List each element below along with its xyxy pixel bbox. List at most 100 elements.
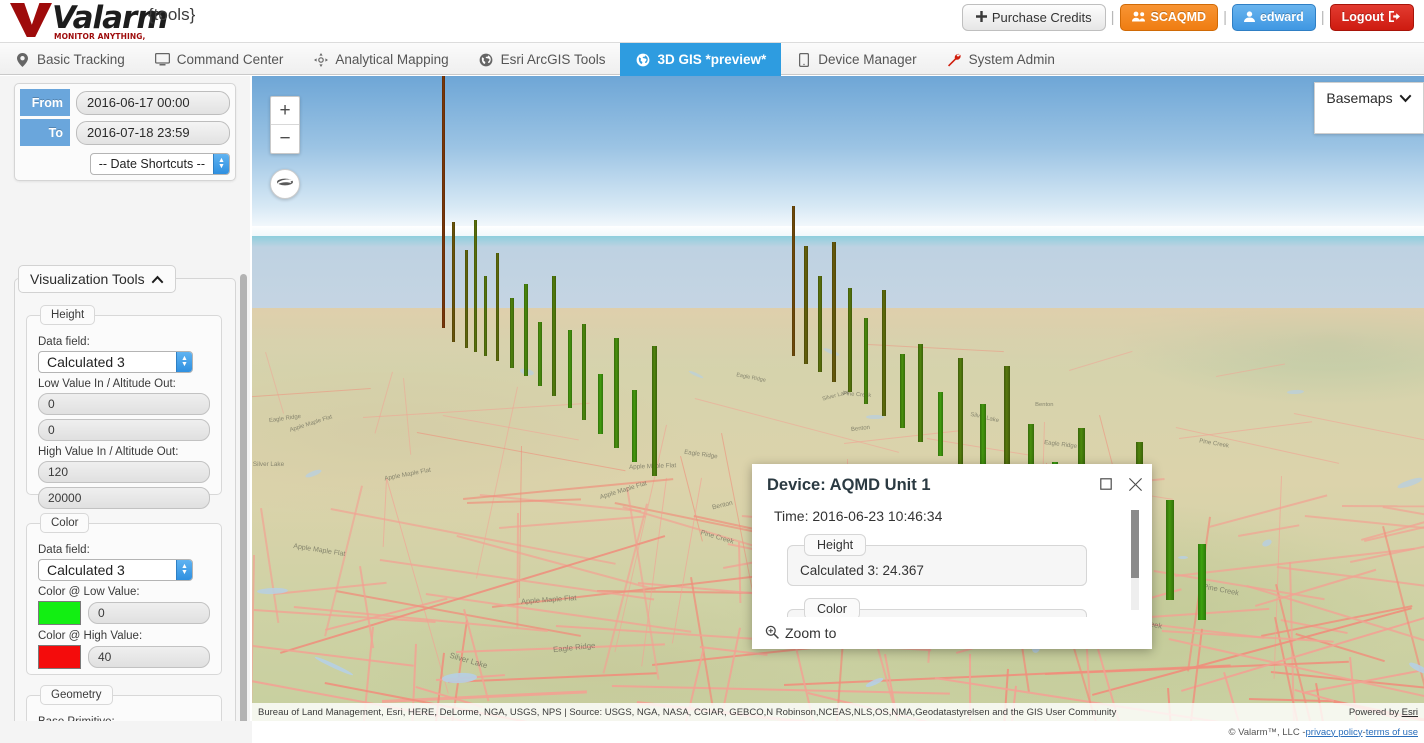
sensor-column[interactable] xyxy=(900,354,905,428)
ocean-layer xyxy=(252,236,1424,316)
sensor-column[interactable] xyxy=(465,250,469,348)
sensor-column[interactable] xyxy=(510,298,514,368)
map-3d-scene[interactable]: Apple Maple FlatBentonEagle RidgeSilver … xyxy=(252,76,1424,721)
logout-button[interactable]: Logout xyxy=(1329,4,1414,31)
sensor-column[interactable] xyxy=(484,276,488,356)
esri-link[interactable]: Esri xyxy=(1402,707,1418,718)
color-high-value-input[interactable]: 40 xyxy=(88,646,210,668)
basemaps-button[interactable]: Basemaps xyxy=(1315,83,1423,113)
powered-by: Powered by Esri xyxy=(1349,707,1418,718)
privacy-policy-link[interactable]: privacy policy xyxy=(1306,727,1363,738)
sensor-column[interactable] xyxy=(848,288,852,392)
sidebar-scrollbar-thumb[interactable] xyxy=(240,274,247,743)
sensor-column[interactable] xyxy=(882,290,887,416)
height-high-out-input[interactable]: 20000 xyxy=(38,487,210,509)
sidebar-scrollbar[interactable] xyxy=(240,274,247,743)
tablet-icon xyxy=(796,52,811,67)
sensor-column[interactable] xyxy=(524,284,528,376)
organization-button[interactable]: SCAQMD xyxy=(1119,4,1219,31)
sensor-column[interactable] xyxy=(496,253,500,361)
basemaps-label: Basemaps xyxy=(1326,90,1393,106)
tab-3d-gis-preview[interactable]: 3D GIS *preview* xyxy=(620,43,782,76)
sensor-column[interactable] xyxy=(1166,500,1174,600)
zoom-to-link[interactable]: Zoom to xyxy=(785,625,836,641)
sign-out-icon xyxy=(1389,10,1402,25)
sky-layer xyxy=(252,76,1424,236)
header-separator-2: | xyxy=(1223,9,1227,26)
sensor-column[interactable] xyxy=(442,76,445,328)
sensor-column[interactable] xyxy=(804,246,808,364)
height-data-field-label: Data field: xyxy=(38,336,90,348)
tab-system-admin[interactable]: System Admin xyxy=(932,43,1070,76)
popup-scrollbar-thumb[interactable] xyxy=(1131,510,1139,578)
popup-actions xyxy=(1098,476,1143,492)
color-data-field-value: Calculated 3 xyxy=(47,562,125,578)
height-high-in-input[interactable]: 120 xyxy=(38,461,210,483)
purchase-credits-button[interactable]: Purchase Credits xyxy=(961,4,1106,31)
color-high-swatch[interactable] xyxy=(38,645,81,669)
desktop-icon xyxy=(154,52,170,67)
zoom-in-button[interactable]: + xyxy=(271,97,299,125)
valarm-logo[interactable]: Valarm MONITOR ANYTHING, ANYWHERE™ {tool… xyxy=(8,1,198,50)
sensor-column[interactable] xyxy=(452,222,456,342)
tab-3d-gis-preview-label: 3D GIS *preview* xyxy=(657,52,767,67)
user-account-button[interactable]: edward xyxy=(1231,4,1316,31)
height-low-in-input[interactable]: 0 xyxy=(38,393,210,415)
sensor-column[interactable] xyxy=(792,206,796,356)
geometry-group-legend: Geometry xyxy=(40,685,113,705)
sensor-column[interactable] xyxy=(938,392,943,456)
color-data-field-select[interactable]: Calculated 3 ▲ ▼ xyxy=(38,559,193,581)
visualization-tools-header[interactable]: Visualization Tools xyxy=(18,265,176,293)
feature-popup[interactable]: Device: AQMD Unit 1 Time: 2016-06-23 10:… xyxy=(752,464,1152,649)
pan-compass-button[interactable] xyxy=(270,169,300,199)
color-group-legend: Color xyxy=(40,513,90,533)
tab-basic-tracking[interactable]: Basic Tracking xyxy=(0,43,140,76)
date-to-input[interactable]: 2016-07-18 23:59 xyxy=(76,120,230,145)
popup-height-value: Calculated 3: 24.367 xyxy=(800,563,924,578)
sensor-column[interactable] xyxy=(568,330,573,408)
sensor-column[interactable] xyxy=(598,374,603,434)
tab-analytical-mapping[interactable]: Analytical Mapping xyxy=(298,43,463,76)
date-shortcuts-wrapper: -- Date Shortcuts -- ▲ ▼ xyxy=(89,153,230,175)
sensor-column[interactable] xyxy=(818,276,822,372)
sensor-column[interactable] xyxy=(552,276,556,396)
sensor-column[interactable] xyxy=(582,324,587,420)
date-shortcuts-select[interactable]: -- Date Shortcuts -- ▲ ▼ xyxy=(89,153,230,175)
close-icon[interactable] xyxy=(1127,476,1143,492)
tab-device-manager[interactable]: Device Manager xyxy=(781,43,931,76)
user-account-label: edward xyxy=(1259,10,1304,25)
maximize-icon[interactable] xyxy=(1098,476,1114,492)
color-low-swatch[interactable] xyxy=(38,601,81,625)
sensor-column[interactable] xyxy=(474,220,478,352)
color-low-row: 0 xyxy=(38,601,210,625)
map-marker-icon xyxy=(15,52,30,67)
sensor-column[interactable] xyxy=(918,344,923,442)
sensor-column[interactable] xyxy=(958,358,964,470)
sensor-column[interactable] xyxy=(652,346,658,476)
terms-of-use-link[interactable]: terms of use xyxy=(1366,727,1418,738)
height-low-out-input[interactable]: 0 xyxy=(38,419,210,441)
sensor-column[interactable] xyxy=(614,338,619,448)
date-from-input[interactable]: 2016-06-17 00:00 xyxy=(76,90,230,115)
sensor-column[interactable] xyxy=(538,322,542,386)
popup-title: Device: AQMD Unit 1 xyxy=(767,476,931,494)
zoom-out-button[interactable]: − xyxy=(271,125,299,153)
sensor-column[interactable] xyxy=(1198,544,1206,620)
height-data-field-select[interactable]: Calculated 3 ▲ ▼ xyxy=(38,351,193,373)
organization-label: SCAQMD xyxy=(1150,10,1207,25)
left-sidebar: From 2016-06-17 00:00 To 2016-07-18 23:5… xyxy=(0,76,250,743)
sensor-column[interactable] xyxy=(864,318,869,404)
wrench-icon xyxy=(947,52,962,67)
sensor-column[interactable] xyxy=(832,242,836,382)
footer-copyright: © Valarm™, LLC - xyxy=(1228,726,1306,738)
height-group-legend: Height xyxy=(40,305,96,325)
popup-scrollbar[interactable] xyxy=(1131,510,1139,610)
tab-analytical-mapping-label: Analytical Mapping xyxy=(335,52,449,67)
crosshair-icon xyxy=(313,52,328,67)
tab-esri-arcgis-tools[interactable]: Esri ArcGIS Tools xyxy=(464,43,621,76)
tab-command-center-label: Command Center xyxy=(176,52,284,67)
sensor-column[interactable] xyxy=(632,390,638,462)
color-low-value-input[interactable]: 0 xyxy=(88,602,210,624)
main-navigation: Basic Tracking Command Center Analytical… xyxy=(0,42,1424,76)
tab-command-center[interactable]: Command Center xyxy=(140,43,299,76)
